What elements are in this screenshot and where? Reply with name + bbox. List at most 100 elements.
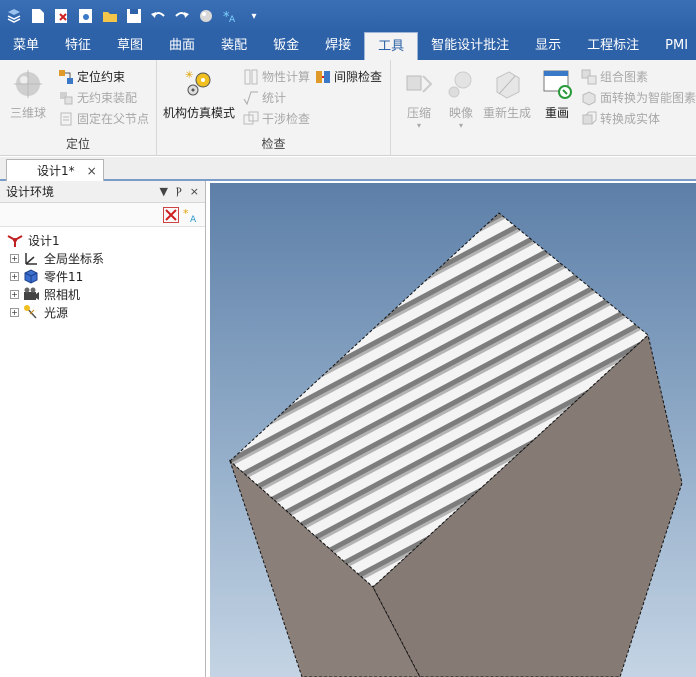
tab-display[interactable]: 显示 — [522, 32, 574, 60]
new-icon[interactable] — [28, 6, 48, 26]
compress-button[interactable]: 压缩 ▾ — [403, 68, 435, 130]
smart-filter-icon[interactable]: * A — [183, 207, 199, 223]
tree-root[interactable]: 设计1 — [0, 231, 205, 249]
unconstrained-assembly-icon — [60, 91, 73, 104]
convert-solid-icon — [582, 111, 597, 124]
compress-dropdown-icon: ▾ — [416, 121, 421, 130]
undo-icon[interactable] — [148, 6, 168, 26]
svg-text:✳: ✳ — [185, 70, 193, 81]
app-logo-icon[interactable] — [4, 6, 24, 26]
redo-icon[interactable] — [172, 6, 192, 26]
gap-check-icon — [316, 70, 330, 83]
tab-weld[interactable]: 焊接 — [312, 32, 364, 60]
panel-toolbar: * A — [0, 203, 205, 227]
tab-smart-annotation[interactable]: 智能设计批注 — [418, 32, 522, 60]
tab-assembly[interactable]: 装配 — [208, 32, 260, 60]
render-icon[interactable] — [196, 6, 216, 26]
document-tab-strip: 设计1* × — [0, 157, 696, 181]
ribbon-panel: 三维球 定位约束 无约束装配 固定在父节点 定位 ✳ 机构仿真模式 物性计算 间… — [0, 60, 696, 156]
interference-check-button[interactable]: 干涉检查 — [243, 110, 310, 127]
tree-item-light[interactable]: + 光源 — [0, 303, 205, 321]
quick-access-toolbar: * A ▾ — [0, 0, 696, 32]
smart-icon[interactable]: * A — [220, 6, 240, 26]
panel-menu-icon[interactable]: ▼ — [160, 185, 168, 199]
save-as-icon[interactable] — [52, 6, 72, 26]
panel-header: 设计环境 ▼ Ⲣ × — [0, 181, 205, 203]
tab-menu[interactable]: 菜单 — [0, 32, 52, 60]
ribbon-tab-bar: 菜单 特征 草图 曲面 装配 钣金 焊接 工具 智能设计批注 显示 工程标注 P… — [0, 32, 696, 60]
tab-tools[interactable]: 工具 — [364, 32, 419, 60]
expand-icon[interactable]: + — [10, 289, 19, 299]
svg-text:A: A — [190, 215, 197, 223]
camera-icon — [24, 287, 39, 300]
tree-item-part[interactable]: + 零件11 — [0, 267, 205, 285]
combine-figure-button[interactable]: 组合图素 — [581, 68, 648, 85]
svg-text:A: A — [229, 15, 236, 24]
triball-button[interactable]: 三维球 — [10, 68, 46, 121]
3d-viewport[interactable] — [210, 183, 696, 677]
tab-engineering-annotation[interactable]: 工程标注 — [574, 32, 652, 60]
group-check-label: 检查 — [261, 137, 286, 151]
statistics-button[interactable]: 统计 — [243, 89, 286, 106]
locate-constraint-icon — [59, 69, 73, 84]
map-dropdown-icon: ▾ — [458, 121, 463, 130]
dropdown-icon[interactable]: ▾ — [244, 6, 264, 26]
redraw-button[interactable]: 重画 — [541, 68, 573, 121]
regenerate-button[interactable]: 重新生成 — [483, 68, 531, 121]
close-icon[interactable]: × — [87, 164, 97, 178]
panel-close-icon[interactable]: × — [190, 185, 199, 199]
mechanism-sim-button[interactable]: ✳ 机构仿真模式 — [163, 68, 235, 121]
group-position: 三维球 定位约束 无约束装配 固定在父节点 定位 — [0, 60, 157, 156]
redraw-icon — [543, 70, 572, 99]
tab-feature[interactable]: 特征 — [52, 32, 104, 60]
expand-icon[interactable]: + — [10, 271, 19, 281]
map-button[interactable]: 映像 ▾ — [445, 68, 477, 130]
part-icon — [24, 269, 38, 284]
group-position-label: 定位 — [65, 137, 90, 151]
tab-sheet-metal[interactable]: 钣金 — [260, 32, 312, 60]
document-tab[interactable]: 设计1* × — [6, 159, 104, 181]
locate-constraint-button[interactable]: 定位约束 — [58, 68, 125, 85]
panel-title: 设计环境 — [6, 185, 55, 199]
expand-icon[interactable]: + — [10, 307, 19, 317]
compress-icon — [406, 75, 433, 93]
svg-text:*: * — [183, 207, 189, 220]
tab-surface[interactable]: 曲面 — [156, 32, 208, 60]
tab-pmi[interactable]: PMI — [652, 32, 696, 60]
import-icon[interactable] — [76, 6, 96, 26]
tree-item-global-coordinate[interactable]: + 全局坐标系 — [0, 249, 205, 267]
fix-parent-button[interactable]: 固定在父节点 — [58, 110, 149, 127]
open-icon[interactable] — [100, 6, 120, 26]
design-tree: 设计1 + 全局坐标系 + 零件11 + 照相机 + 光源 — [0, 227, 205, 321]
triball-label: 三维球 — [10, 106, 47, 120]
map-icon — [448, 71, 472, 98]
tab-sketch[interactable]: 草图 — [104, 32, 156, 60]
3d-box-model[interactable] — [210, 183, 696, 677]
pin-icon[interactable]: Ⲣ — [176, 185, 182, 199]
expand-icon[interactable]: + — [10, 253, 19, 263]
coordinate-system-icon — [25, 253, 37, 265]
gears-icon: ✳ — [185, 70, 211, 96]
face-to-smart-button[interactable]: 面转换为智能图素 — [581, 89, 696, 106]
delete-filter-icon[interactable] — [163, 206, 179, 223]
design-environment-panel: 设计环境 ▼ Ⲣ × * A 设计1 + 全局坐标系 + 零件11 + 照相机 … — [0, 181, 206, 677]
property-calc-button[interactable]: 物性计算 — [243, 68, 310, 85]
combine-figure-icon — [581, 69, 597, 84]
light-source-icon — [24, 305, 37, 319]
face-to-smart-icon — [582, 90, 596, 106]
design-root-icon — [7, 235, 23, 247]
group-tools: 压缩 ▾ 映像 ▾ 重新生成 重画 组合图素 面转换为智能图素 转换成实体 — [391, 60, 696, 156]
unconstrained-assembly-button[interactable]: 无约束装配 — [58, 89, 137, 106]
gap-check-button[interactable]: 间隙检查 — [315, 68, 382, 85]
tree-item-camera[interactable]: + 照相机 — [0, 285, 205, 303]
document-tab-label: 设计1* — [37, 164, 75, 178]
property-calc-icon — [244, 69, 258, 84]
group-check: ✳ 机构仿真模式 物性计算 间隙检查 统计 干涉检查 检查 — [157, 60, 391, 156]
triball-icon — [14, 70, 42, 98]
interference-check-icon — [243, 111, 259, 124]
regenerate-icon — [496, 71, 520, 99]
save-icon[interactable] — [124, 6, 144, 26]
fix-parent-icon — [60, 112, 72, 125]
convert-solid-button[interactable]: 转换成实体 — [581, 110, 660, 127]
sqrt-icon — [243, 91, 258, 105]
